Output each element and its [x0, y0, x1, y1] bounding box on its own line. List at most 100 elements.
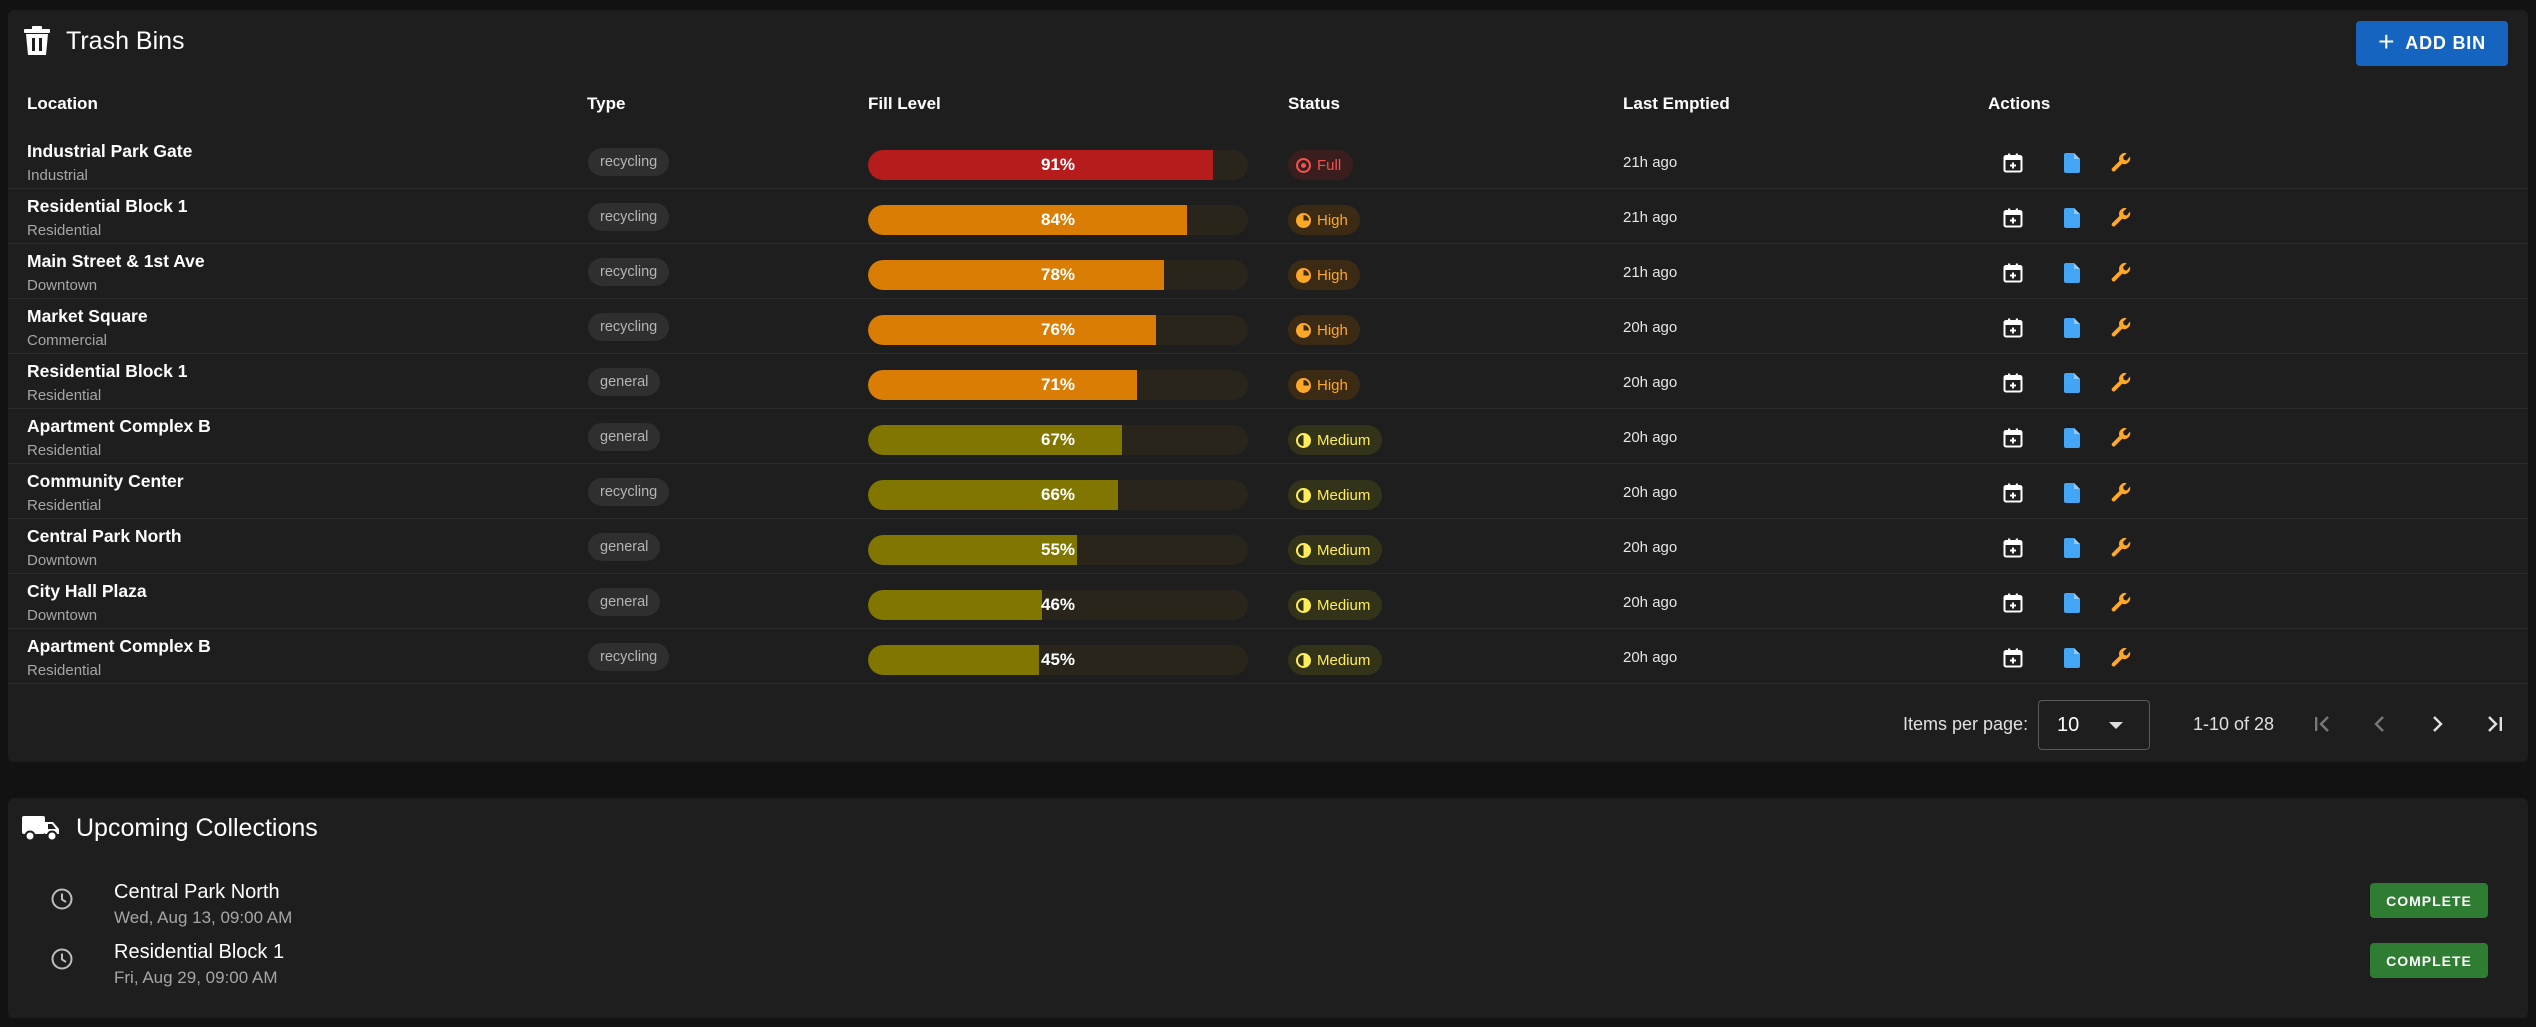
table-row[interactable]: Central Park North Downtown general 55% …: [8, 519, 2528, 574]
table-row[interactable]: City Hall Plaza Downtown general 46% Med…: [8, 574, 2528, 629]
last-page-button[interactable]: [2476, 706, 2512, 742]
bin-location-name: Residential Block 1: [27, 361, 188, 381]
upcoming-collections-header: Upcoming Collections: [22, 813, 318, 843]
status-label: Full: [1317, 156, 1342, 174]
table-row[interactable]: Industrial Park Gate Industrial recyclin…: [8, 134, 2528, 189]
view-report-button[interactable]: [2057, 423, 2087, 453]
schedule-collection-button[interactable]: [1998, 148, 2028, 178]
schedule-collection-button[interactable]: [1998, 533, 2028, 563]
column-header-type[interactable]: Type: [587, 94, 625, 114]
bin-type-chip: general: [588, 533, 661, 561]
status-badge: High: [1288, 370, 1360, 400]
table-row[interactable]: Market Square Commercial recycling 76% H…: [8, 299, 2528, 354]
add-bin-button[interactable]: + ADD BIN: [2356, 21, 2508, 66]
table-row[interactable]: Residential Block 1 Residential general …: [8, 354, 2528, 409]
maintenance-button[interactable]: [2106, 203, 2136, 233]
wrench-icon: [2111, 592, 2131, 612]
status-label: High: [1317, 211, 1348, 229]
schedule-collection-button[interactable]: [1998, 478, 2028, 508]
schedule-collection-button[interactable]: [1998, 313, 2028, 343]
bin-location-name: Central Park North: [27, 526, 182, 546]
fill-level-label: 91%: [1040, 155, 1076, 174]
table-row[interactable]: Residential Block 1 Residential recyclin…: [8, 189, 2528, 244]
column-header-last-emptied[interactable]: Last Emptied: [1623, 94, 1730, 114]
collection-location: Central Park North: [114, 881, 280, 903]
wrench-icon: [2111, 207, 2131, 227]
maintenance-button[interactable]: [2106, 368, 2136, 398]
bin-location-area: Residential: [27, 222, 102, 239]
status-badge: Medium: [1288, 535, 1383, 565]
truck-icon: [22, 813, 60, 843]
schedule-collection-button[interactable]: [1998, 588, 2028, 618]
bin-location-name: Residential Block 1: [27, 196, 188, 216]
view-report-button[interactable]: [2057, 588, 2087, 618]
column-header-fill-level[interactable]: Fill Level: [868, 94, 941, 114]
view-report-button[interactable]: [2057, 203, 2087, 233]
table-row[interactable]: Main Street & 1st Ave Downtown recycling…: [8, 244, 2528, 299]
maintenance-button[interactable]: [2106, 258, 2136, 288]
complete-button[interactable]: COMPLETE: [2370, 943, 2488, 978]
maintenance-button[interactable]: [2106, 643, 2136, 673]
column-header-status[interactable]: Status: [1288, 94, 1340, 114]
fill-level-bar: 66%: [868, 480, 1248, 510]
bin-type-chip: general: [588, 368, 661, 396]
fill-level-label: 84%: [1040, 210, 1076, 229]
last-emptied-value: 21h ago: [1623, 154, 1678, 171]
view-report-button[interactable]: [2057, 313, 2087, 343]
fill-level-label: 55%: [1040, 540, 1076, 559]
bin-location-area: Residential: [27, 442, 102, 459]
complete-button[interactable]: COMPLETE: [2370, 883, 2488, 918]
maintenance-button[interactable]: [2106, 533, 2136, 563]
calendar-add-icon: [2003, 428, 2023, 448]
schedule-collection-button[interactable]: [1998, 643, 2028, 673]
status-label: High: [1317, 266, 1348, 284]
next-page-button[interactable]: [2419, 706, 2455, 742]
wrench-icon: [2111, 482, 2131, 502]
schedule-collection-button[interactable]: [1998, 368, 2028, 398]
wrench-icon: [2111, 317, 2131, 337]
chevron-left-icon: [2374, 716, 2384, 732]
bin-location-area: Residential: [27, 662, 102, 679]
maintenance-button[interactable]: [2106, 478, 2136, 508]
view-report-button[interactable]: [2057, 533, 2087, 563]
view-report-button[interactable]: [2057, 368, 2087, 398]
items-per-page-label: Items per page:: [1903, 714, 2029, 734]
status-label: High: [1317, 321, 1348, 339]
view-report-button[interactable]: [2057, 148, 2087, 178]
bin-type-chip: recycling: [588, 148, 670, 176]
clock-icon: [50, 887, 74, 916]
fill-level-bar: 76%: [868, 315, 1248, 345]
calendar-add-icon: [2003, 153, 2023, 173]
status-indicator-icon: [1296, 487, 1311, 503]
trash-bins-header: Trash Bins: [24, 26, 185, 56]
collection-date: Fri, Aug 29, 09:00 AM: [114, 968, 278, 987]
view-report-button[interactable]: [2057, 258, 2087, 288]
items-per-page-select[interactable]: 10: [2038, 700, 2150, 750]
table-row[interactable]: Apartment Complex B Residential general …: [8, 409, 2528, 464]
status-badge: Medium: [1288, 590, 1383, 620]
fill-level-bar: 91%: [868, 150, 1248, 180]
schedule-collection-button[interactable]: [1998, 203, 2028, 233]
bin-location-name: City Hall Plaza: [27, 581, 147, 601]
collection-item: Residential Block 1 Fri, Aug 29, 09:00 A…: [8, 937, 2528, 995]
table-row[interactable]: Apartment Complex B Residential recyclin…: [8, 629, 2528, 684]
first-page-button[interactable]: [2305, 706, 2341, 742]
maintenance-button[interactable]: [2106, 588, 2136, 618]
previous-page-button[interactable]: [2362, 706, 2398, 742]
schedule-collection-button[interactable]: [1998, 423, 2028, 453]
calendar-add-icon: [2003, 373, 2023, 393]
view-report-button[interactable]: [2057, 643, 2087, 673]
chevron-right-icon: [2433, 716, 2443, 732]
column-header-location[interactable]: Location: [27, 94, 98, 114]
view-report-button[interactable]: [2057, 478, 2087, 508]
document-icon: [2064, 428, 2080, 448]
maintenance-button[interactable]: [2106, 148, 2136, 178]
fill-level-bar: 46%: [868, 590, 1248, 620]
fill-level-bar: 67%: [868, 425, 1248, 455]
table-row[interactable]: Community Center Residential recycling 6…: [8, 464, 2528, 519]
maintenance-button[interactable]: [2106, 423, 2136, 453]
first-page-icon: [2315, 716, 2329, 732]
maintenance-button[interactable]: [2106, 313, 2136, 343]
schedule-collection-button[interactable]: [1998, 258, 2028, 288]
status-label: Medium: [1317, 486, 1371, 504]
